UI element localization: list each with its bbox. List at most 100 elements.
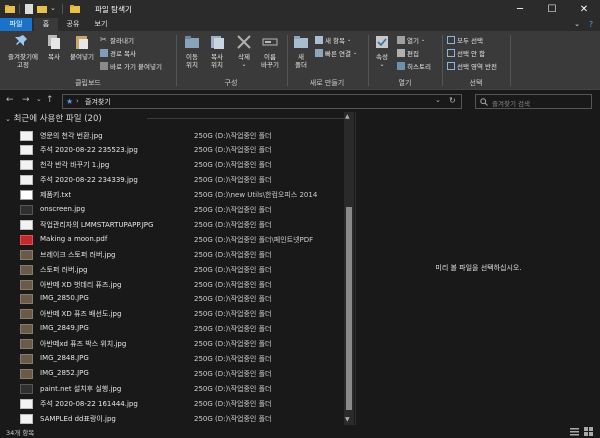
file-thumbnail-icon (20, 145, 33, 156)
list-item[interactable]: paint.net 설치후 실행.jpg 250G (D:)\작업중인 폴더 (0, 382, 345, 397)
search-box[interactable]: 즐겨찾기 검색 (475, 94, 592, 109)
file-location: 250G (D:)\작업중인 폴더 (194, 325, 272, 334)
help-icon[interactable]: ? (584, 18, 598, 31)
file-name: 천각 반각 바꾸기 1.jpg (40, 161, 110, 170)
list-item[interactable]: 천각 반각 바꾸기 1.jpg 250G (D:)\작업중인 폴더 (0, 158, 345, 173)
tab-file[interactable]: 파일 (0, 18, 32, 31)
delete-x-icon (237, 35, 251, 49)
file-location: 250G (D:)\작업중인 폴더 (194, 280, 272, 289)
scroll-down-icon[interactable]: ▼ (345, 416, 350, 423)
select-all-button[interactable]: 모두 선택 (447, 35, 483, 45)
new-folder-icon (294, 36, 308, 48)
vertical-scrollbar[interactable]: ▲ ▼ (344, 112, 354, 425)
select-all-icon (447, 36, 455, 44)
customize-quick-access-icon[interactable]: ⌄ (50, 4, 60, 14)
large-icons-view-icon[interactable] (584, 427, 593, 436)
pin-to-quick-access-button[interactable]: 즐겨찾기에 고정 (4, 34, 42, 69)
cut-label: 잘라내기 (110, 37, 134, 45)
history-button[interactable]: 히스토리 (397, 61, 431, 71)
address-dropdown-icon[interactable]: ⌄ (435, 96, 441, 104)
list-item[interactable]: 제품키.txt 250G (D:)\new Utils\한컴오피스 2014 (0, 188, 345, 203)
file-thumbnail-icon (20, 175, 33, 186)
file-thumbnail-icon (20, 130, 33, 141)
divider (19, 4, 20, 14)
properties-dropdown-icon[interactable]: ⌄ (371, 61, 393, 69)
list-item[interactable]: IMG_2852.JPG 250G (D:)\작업중인 폴더 (0, 367, 345, 382)
refresh-icon[interactable]: ↻ (449, 96, 456, 105)
file-location: 250G (D:)\작업중인 폴더 (194, 146, 272, 155)
new-item-label: 새 항목 (325, 37, 346, 45)
properties-button[interactable]: 속성 ⌄ (371, 34, 393, 69)
breadcrumb-quick-access[interactable]: 즐겨찾기 (85, 97, 111, 107)
new-folder-label: 새 (298, 53, 304, 61)
select-none-button[interactable]: 선택 안 함 (447, 48, 485, 58)
new-folder-button[interactable]: 새 폴더 (290, 34, 312, 69)
forward-icon[interactable]: → (22, 95, 30, 105)
back-icon[interactable]: ← (6, 95, 14, 105)
scroll-up-icon[interactable]: ▲ (345, 113, 350, 120)
tab-share[interactable]: 공유 (60, 18, 86, 31)
list-item[interactable]: 브레이크 스토퍼 러버.jpg 250G (D:)\작업중인 폴더 (0, 248, 345, 263)
list-item[interactable]: 스토퍼 러버.jpg 250G (D:)\작업중인 폴더 (0, 263, 345, 278)
open-label: 열기 (407, 37, 419, 45)
file-thumbnail-icon (20, 309, 33, 320)
close-button[interactable]: ✕ (568, 0, 600, 18)
file-location: 250G (D:)\작업중인 폴더 (194, 340, 272, 349)
list-item[interactable]: IMG_2848.JPG 250G (D:)\작업중인 폴더 (0, 352, 345, 367)
new-item-button[interactable]: 새 항목 ⌄ (315, 35, 351, 45)
rename-button[interactable]: 이름 바꾸기 (258, 34, 282, 69)
tab-home[interactable]: 홈 (34, 18, 58, 31)
delete-dropdown-icon[interactable]: ⌄ (232, 61, 256, 69)
window-folder-icon (70, 5, 80, 13)
properties-icon[interactable] (24, 4, 34, 14)
delete-button[interactable]: 삭제 ⌄ (232, 34, 256, 69)
file-thumbnail-icon (20, 190, 33, 201)
open-button[interactable]: 열기 ⌄ (397, 35, 425, 45)
list-item[interactable]: 아반떼 XD 퓨즈 배선도.jpg 250G (D:)\작업중인 폴더 (0, 307, 345, 322)
copy-path-button[interactable]: 경로 복사 (100, 48, 136, 58)
copy-button[interactable]: 복사 (42, 34, 66, 61)
file-name: IMG_2848.JPG (40, 354, 89, 362)
list-item[interactable]: 주석 2020-08-22 234339.jpg 250G (D:)\작업중인 폴… (0, 173, 345, 188)
list-item[interactable]: 아반떼 XD 벗데리 퓨즈.jpg 250G (D:)\작업중인 폴더 (0, 278, 345, 293)
file-thumbnail-icon (20, 205, 33, 215)
list-item[interactable]: 영문의 천각 번환.jpg 250G (D:)\작업중인 폴더 (0, 129, 345, 144)
paste-button[interactable]: 붙여넣기 (66, 34, 98, 61)
folder-icon[interactable] (5, 4, 15, 14)
pin-label: 즐겨찾기에 (8, 53, 38, 61)
invert-selection-button[interactable]: 선택 영역 반전 (447, 61, 497, 71)
address-bar[interactable]: ★ › 즐겨찾기 ⌄ ↻ (62, 94, 462, 109)
list-item[interactable]: 작업관리자의 LMMSTARTUPAPP.JPG 250G (D:)\작업중인 폴… (0, 218, 345, 233)
list-item[interactable]: Making a moon.pdf 250G (D:)\작업중인 폴더\페인트넷P… (0, 233, 345, 248)
file-name: 주석 2020-08-22 161444.jpg (40, 399, 138, 408)
file-location: 250G (D:)\작업중인 폴더 (194, 265, 272, 274)
list-item[interactable]: 주석 2020-08-22 235523.jpg 250G (D:)\작업중인 폴… (0, 143, 345, 158)
list-item[interactable]: IMG_2850.JPG 250G (D:)\작업중인 폴더 (0, 292, 345, 307)
scrollbar-thumb[interactable] (346, 207, 352, 410)
up-icon[interactable]: ↑ (46, 95, 54, 105)
list-item[interactable]: SAMPLEd dd표랑이.jpg 250G (D:)\작업중인 폴더 (0, 412, 345, 425)
easy-access-button[interactable]: 빠른 연결 ⌄ (315, 48, 357, 58)
minimize-button[interactable]: ─ (504, 0, 536, 18)
paste-shortcut-button[interactable]: 바로 가기 붙여넣기 (100, 61, 162, 71)
tab-view[interactable]: 보기 (88, 18, 114, 31)
recent-locations-icon[interactable]: ⌄ (36, 95, 42, 103)
list-item[interactable]: 아반떼xd 퓨즈 박스 위치.jpg 250G (D:)\작업중인 폴더 (0, 337, 345, 352)
move-to-button[interactable]: 이동 위치 (180, 34, 204, 69)
new-item-icon (315, 36, 323, 44)
group-header[interactable]: ⌄ 최근에 사용한 파일 (20) (5, 112, 347, 124)
details-view-icon[interactable] (570, 427, 579, 436)
maximize-button[interactable]: ☐ (536, 0, 568, 18)
list-item[interactable]: IMG_2849.JPG 250G (D:)\작업중인 폴더 (0, 322, 345, 337)
copy-to-button[interactable]: 복사 위치 (205, 34, 229, 69)
file-thumbnail-icon (20, 368, 33, 379)
list-item[interactable]: 주석 2020-08-22 161444.jpg 250G (D:)\작업중인 폴… (0, 397, 345, 412)
file-name: IMG_2849.JPG (40, 324, 89, 333)
list-item[interactable]: onscreen.jpg 250G (D:)\작업중인 폴더 (0, 203, 345, 218)
file-location: 250G (D:)\작업중인 폴더 (194, 206, 272, 214)
cut-button[interactable]: ✂ 잘라내기 (100, 35, 134, 46)
ribbon-collapse-icon[interactable]: ⌄ (570, 18, 584, 31)
edit-button[interactable]: 편집 (397, 48, 419, 58)
new-folder-icon[interactable] (37, 4, 47, 14)
title-bar: ⌄ 파일 탐색기 ─ ☐ ✕ (0, 0, 600, 18)
